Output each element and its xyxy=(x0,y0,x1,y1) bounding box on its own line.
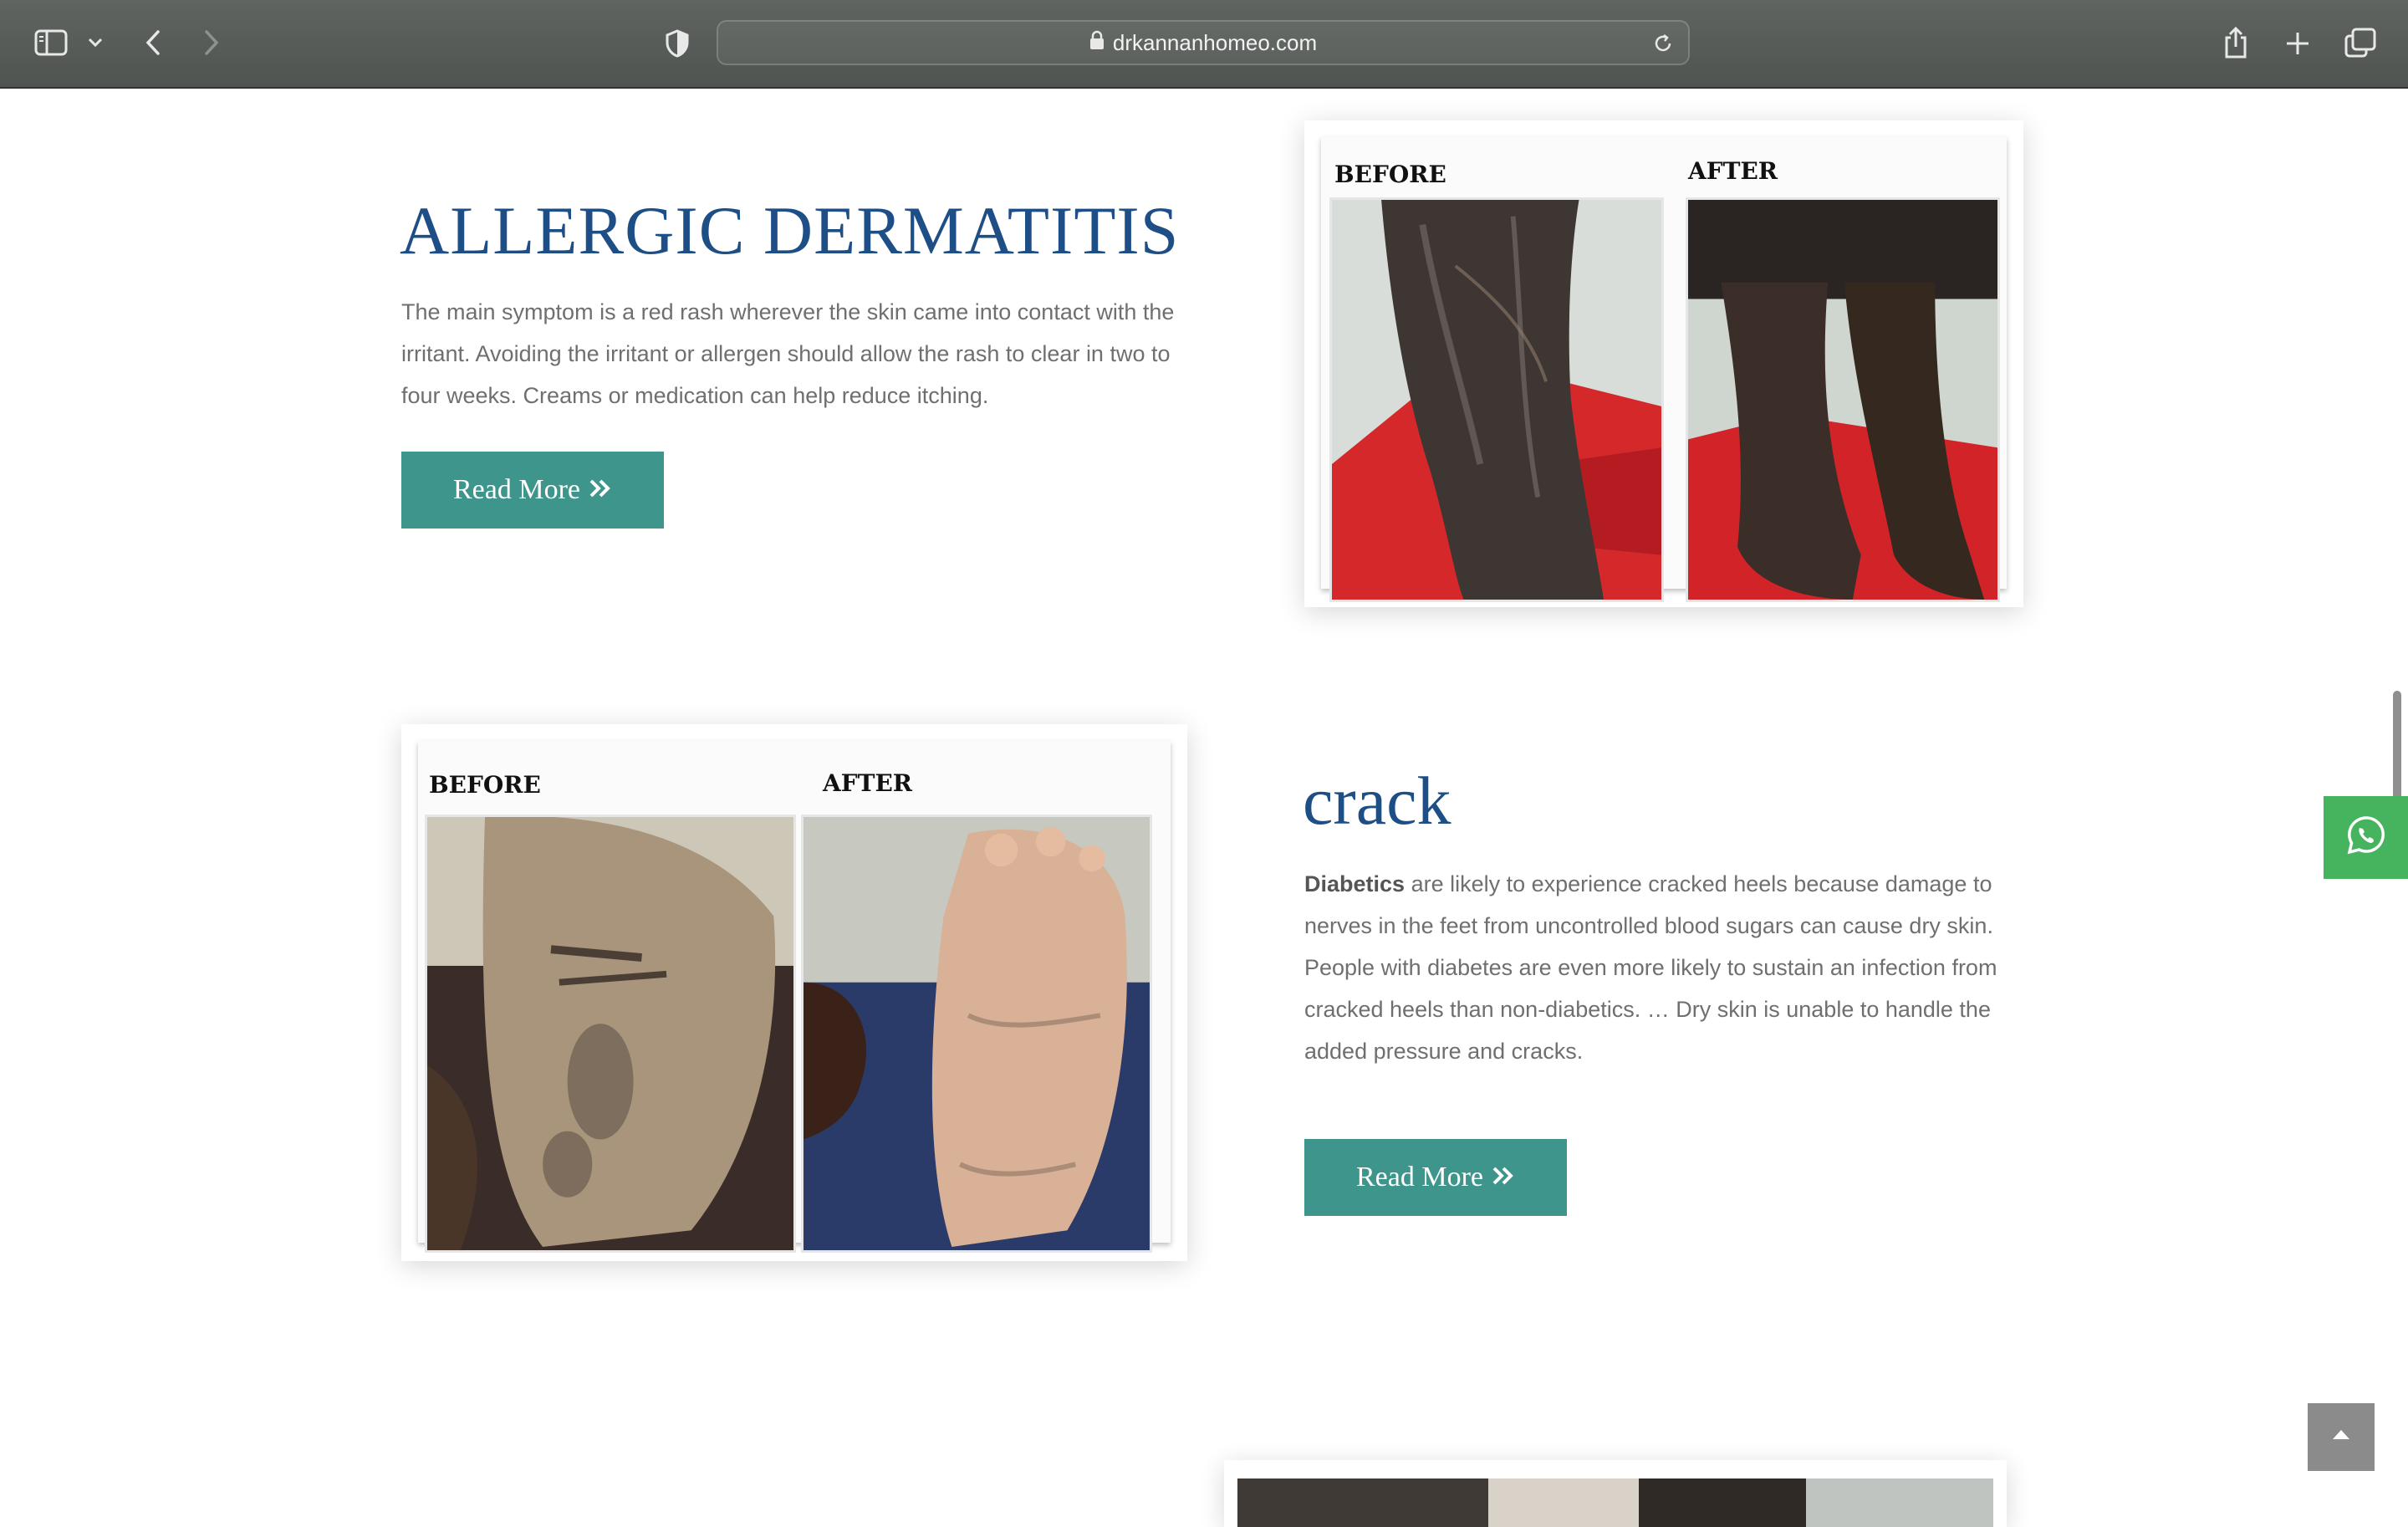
reload-icon[interactable] xyxy=(1651,32,1675,55)
section-description: Diabetics are likely to experience crack… xyxy=(1304,863,2032,1072)
whatsapp-button[interactable] xyxy=(2324,796,2408,879)
read-more-button[interactable]: Read More xyxy=(1304,1139,1567,1216)
before-after-image-card: BEFORE AFTER xyxy=(401,724,1187,1261)
section-title-allergic-dermatitis: ALLERGIC DERMATITIS xyxy=(400,192,1180,268)
after-label: AFTER xyxy=(1688,157,1778,185)
address-bar[interactable]: drkannanhomeo.com xyxy=(717,20,1690,65)
after-photo-leg xyxy=(1686,197,2000,602)
before-photo-foot xyxy=(425,815,796,1253)
next-section-photo xyxy=(1237,1478,1993,1527)
new-tab-icon[interactable] xyxy=(2281,27,2314,60)
sidebar-icon[interactable] xyxy=(32,27,70,59)
lock-icon xyxy=(1089,30,1105,56)
whatsapp-icon xyxy=(2345,815,2387,861)
section-title-crack: crack xyxy=(1303,763,1451,839)
image-frame: BEFORE AFTER xyxy=(418,741,1171,1253)
read-more-button[interactable]: Read More xyxy=(401,452,664,529)
back-to-top-button[interactable] xyxy=(2308,1403,2375,1471)
before-photo-leg xyxy=(1329,197,1664,602)
read-more-label: Read More xyxy=(1355,1162,1483,1192)
before-label: BEFORE xyxy=(1334,161,1446,188)
double-chevron-right-icon xyxy=(1492,1162,1515,1193)
double-chevron-right-icon xyxy=(589,474,612,506)
browser-toolbar: drkannanhomeo.com xyxy=(0,0,2408,89)
section-description: The main symptom is a red rash wherever … xyxy=(401,299,1175,408)
shield-icon[interactable] xyxy=(661,27,694,60)
after-label: AFTER xyxy=(823,769,913,797)
after-photo-foot xyxy=(801,815,1152,1253)
url-text: drkannanhomeo.com xyxy=(1112,29,1318,55)
before-after-image-card: BEFORE AFTER xyxy=(1304,120,2023,607)
tabs-overview-icon[interactable] xyxy=(2343,25,2378,60)
next-section-image-card xyxy=(1224,1460,2007,1527)
description-text: are likely to experience cracked heels b… xyxy=(1304,871,1997,1064)
read-more-label: Read More xyxy=(452,474,580,505)
forward-icon[interactable] xyxy=(197,25,226,60)
bold-keyword: Diabetics xyxy=(1304,871,1406,896)
before-label: BEFORE xyxy=(429,771,541,799)
scrollbar-thumb[interactable] xyxy=(2393,691,2401,801)
chevron-down-icon[interactable] xyxy=(84,32,107,54)
image-frame: BEFORE AFTER xyxy=(1321,137,2007,602)
chevron-up-icon xyxy=(2331,1428,2351,1446)
share-icon[interactable] xyxy=(2219,23,2252,62)
back-icon[interactable] xyxy=(139,25,167,60)
